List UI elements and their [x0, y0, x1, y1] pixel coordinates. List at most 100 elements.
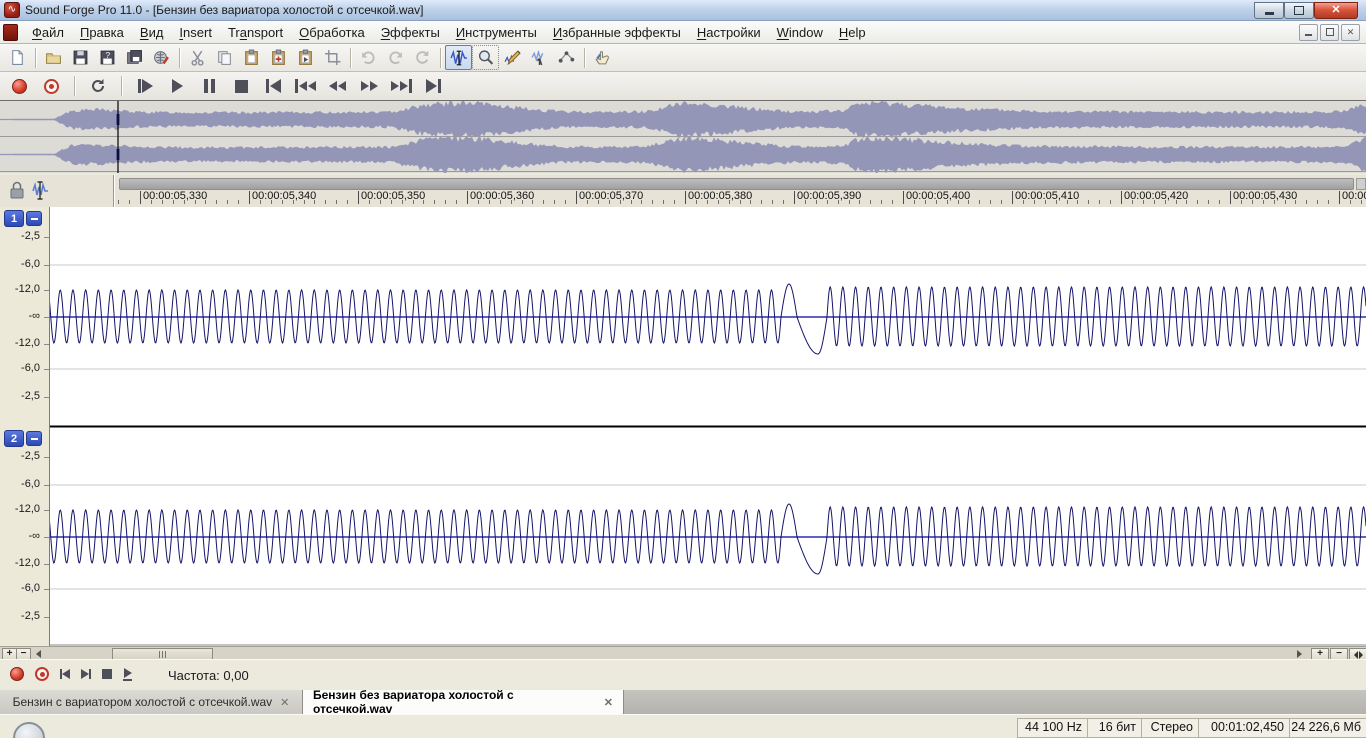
ruler-minor-tick [456, 200, 457, 204]
pause-icon [204, 79, 215, 93]
save-as-button[interactable]: ? [94, 45, 121, 70]
playbar-play-all-button[interactable] [123, 668, 132, 681]
undo-button[interactable] [355, 45, 382, 70]
new-button[interactable] [4, 45, 31, 70]
pencil-tool-button[interactable] [499, 45, 526, 70]
paste-special-icon [270, 49, 287, 66]
record-icon [12, 79, 27, 94]
tab-label: Бензин без вариатора холостой с отсечкой… [313, 688, 596, 716]
event-tool-icon [531, 49, 548, 66]
channel-waveform [49, 504, 1366, 574]
menu-help[interactable]: Help [831, 23, 874, 42]
mdi-minimize-button[interactable] [1299, 24, 1318, 41]
scroll-left-arrow[interactable] [36, 650, 41, 658]
app-icon[interactable]: ∿ [4, 2, 20, 18]
rewind-button[interactable] [324, 75, 350, 97]
minimize-button[interactable] [1254, 2, 1284, 19]
save-button[interactable] [67, 45, 94, 70]
open-folder-icon [45, 49, 62, 66]
save-all-button[interactable] [121, 45, 148, 70]
ruler-minor-tick [434, 200, 435, 204]
menu-правка[interactable]: Правка [72, 23, 132, 42]
go-to-end-button[interactable] [420, 75, 446, 97]
stop-button[interactable] [228, 75, 254, 97]
redo-button[interactable] [382, 45, 409, 70]
waveform-display[interactable]: 1 2 -2,5-6,0-12,0-∞-12,0-6,0-2,5-2,5-6,0… [0, 207, 1366, 646]
overview-waveform[interactable] [0, 100, 1366, 173]
repeat-button[interactable] [409, 45, 436, 70]
channel-1-badge[interactable]: 1 [4, 210, 24, 227]
open-button[interactable] [40, 45, 67, 70]
hand-tool-button[interactable] [589, 45, 616, 70]
menu-вид[interactable]: Вид [132, 23, 172, 42]
envelope-tool-button[interactable] [553, 45, 580, 70]
menu-избранные-эффекты[interactable]: Избранные эффекты [545, 23, 689, 42]
menu-обработка[interactable]: Обработка [291, 23, 373, 42]
magnify-tool-button[interactable] [472, 45, 499, 70]
channel-1-minimize-button[interactable] [26, 211, 42, 226]
mdi-close-button[interactable]: ✕ [1341, 24, 1360, 41]
record-button[interactable] [6, 75, 32, 97]
edit-tool-button[interactable] [445, 45, 472, 70]
menu-transport[interactable]: Transport [220, 23, 291, 42]
document-tab-1[interactable]: Бензин с вариатором холостой с отсечкой.… [0, 690, 303, 714]
tab-close-icon[interactable]: ✕ [280, 696, 289, 709]
arm-record-button[interactable] [38, 75, 64, 97]
channel-2-badge[interactable]: 2 [4, 430, 24, 447]
paste-special-button[interactable] [265, 45, 292, 70]
loop-playback-button[interactable] [85, 75, 111, 97]
next-marker-button[interactable] [388, 75, 414, 97]
playbar-go-to-end-button[interactable] [81, 669, 91, 679]
ruler-minor-tick [238, 200, 239, 204]
cut-button[interactable] [184, 45, 211, 70]
ruler-major-tick [794, 191, 795, 204]
copy-button[interactable] [211, 45, 238, 70]
level-ruler-column: 1 2 -2,5-6,0-12,0-∞-12,0-6,0-2,5-2,5-6,0… [0, 207, 50, 646]
time-ruler[interactable]: 00:00:05,33000:00:05,34000:00:05,35000:0… [0, 175, 1366, 207]
playbar-stop-button[interactable] [102, 669, 112, 679]
ruler-minor-tick [1001, 200, 1002, 204]
trim-button[interactable] [319, 45, 346, 70]
restore-button[interactable] [1284, 2, 1314, 19]
menu-window[interactable]: Window [769, 23, 831, 42]
mdi-restore-button[interactable] [1320, 24, 1339, 41]
ruler-minor-tick [565, 200, 566, 204]
play-button[interactable] [164, 75, 190, 97]
pause-button[interactable] [196, 75, 222, 97]
menu-инструменты[interactable]: Инструменты [448, 23, 545, 42]
playbar-go-to-start-button[interactable] [60, 669, 70, 679]
document-tab-2[interactable]: Бензин без вариатора холостой с отсечкой… [303, 690, 624, 714]
paste-button[interactable] [238, 45, 265, 70]
go-to-start-button[interactable] [260, 75, 286, 97]
loop-icon [89, 77, 107, 95]
scroll-zoom-row: + − + − [0, 646, 1366, 660]
menu-настройки[interactable]: Настройки [689, 23, 769, 42]
menu-эффекты[interactable]: Эффекты [373, 23, 448, 42]
ruler-time-label: 00:00:05,410 [1015, 190, 1079, 202]
ruler-minor-tick [1317, 200, 1318, 204]
paste-to-new-button[interactable] [292, 45, 319, 70]
menu-файл[interactable]: Файл [24, 23, 72, 42]
forward-button[interactable] [356, 75, 382, 97]
document-icon[interactable] [3, 24, 18, 41]
previous-marker-button[interactable] [292, 75, 318, 97]
scroll-right-arrow[interactable] [1297, 650, 1302, 658]
ruler-time-label: 00:00:05,420 [1124, 190, 1188, 202]
playbar-record-button[interactable] [10, 667, 24, 681]
play-all-button[interactable] [132, 75, 158, 97]
playbar-arm-record-button[interactable] [35, 667, 49, 681]
db-tick [44, 317, 49, 318]
ruler-major-tick [358, 191, 359, 204]
ruler-minor-tick [1088, 200, 1089, 204]
previous-icon [308, 81, 316, 91]
ruler-minor-tick [1208, 200, 1209, 204]
channel-2-minimize-button[interactable] [26, 431, 42, 446]
menu-insert[interactable]: Insert [171, 23, 220, 42]
tab-close-icon[interactable]: ✕ [604, 696, 613, 709]
render-as-button[interactable] [148, 45, 175, 70]
close-button[interactable]: ✕ [1314, 2, 1358, 19]
event-tool-button[interactable] [526, 45, 553, 70]
ruler-time-label: 00:00:05,330 [143, 190, 207, 202]
status-free-space: 24 226,6 Мб [1287, 718, 1366, 738]
ruler-major-tick [1121, 191, 1122, 204]
